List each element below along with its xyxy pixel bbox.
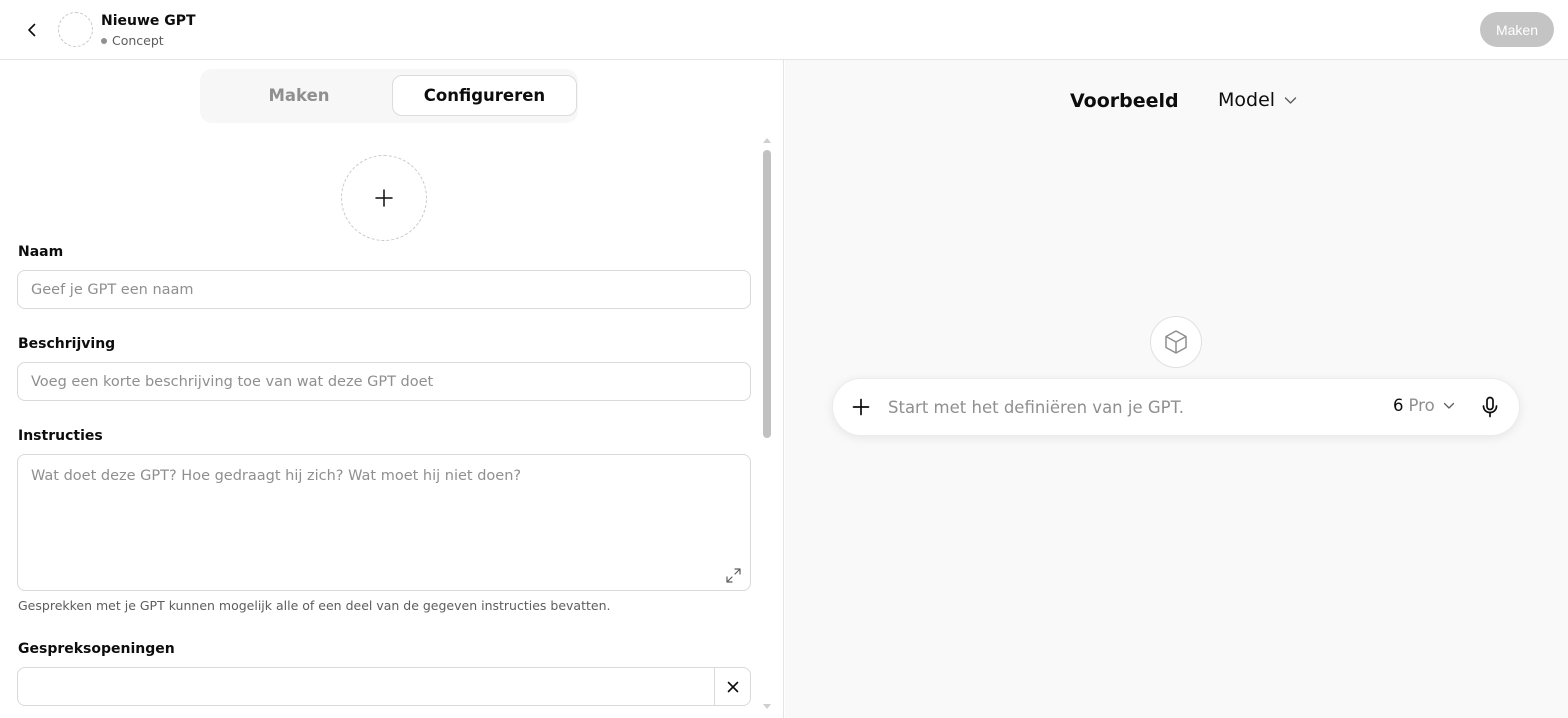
conversation-starters-label: Gespreksopeningen [18,641,175,657]
gpt-title: Nieuwe GPT [101,13,196,29]
scrollbar[interactable] [760,138,774,712]
scroll-up-arrow[interactable] [763,138,771,143]
instructions-label: Instructies [18,428,103,444]
microphone-icon [1482,396,1498,418]
status-dot [101,37,107,44]
preview-panel: Voorbeeld Model 6 Pro [785,60,1568,718]
gpt-status: Concept [101,33,164,48]
gpt-placeholder-avatar [1150,316,1202,368]
attach-button[interactable] [847,393,875,421]
chevron-left-icon [28,23,36,37]
expand-icon [726,568,741,583]
message-input[interactable] [888,389,1368,425]
description-label: Beschrijving [18,336,116,352]
model-dropdown-label: Model [1218,89,1276,111]
expand-button[interactable] [725,567,742,584]
status-label: Concept [112,33,164,48]
plus-icon [852,398,870,416]
model-tier: Pro [1408,396,1435,415]
description-input[interactable] [17,362,751,401]
top-bar: Nieuwe GPT Concept Maken [0,0,1568,60]
remove-starter-button[interactable] [714,668,751,705]
gpt-avatar [58,12,93,47]
message-composer: 6 Pro [832,378,1520,436]
scroll-down-arrow[interactable] [763,704,771,709]
conversation-starter-row [17,667,751,706]
chevron-down-icon [1284,96,1297,104]
name-label: Naam [18,244,64,260]
model-dropdown[interactable]: Model [1218,89,1297,111]
model-picker[interactable]: 6 Pro [1393,396,1455,415]
scrollbar-thumb[interactable] [763,150,771,438]
back-button[interactable] [18,16,46,44]
instructions-textarea[interactable] [17,454,751,591]
tab-configure[interactable]: Configureren [392,75,577,116]
mode-tabs: Maken Configureren [200,69,578,123]
instructions-helper-text: Gesprekken met je GPT kunnen mogelijk al… [18,598,611,613]
conversation-starter-input[interactable] [18,668,714,705]
create-gpt-button[interactable]: Maken [1480,12,1554,47]
avatar-upload-button[interactable] [341,155,427,241]
dictate-button[interactable] [1476,393,1504,421]
plus-icon [375,189,393,207]
name-input[interactable] [17,270,751,309]
close-icon [727,681,739,692]
model-number: 6 [1393,396,1404,415]
preview-title: Voorbeeld [1070,90,1179,112]
config-panel: Maken Configureren Naam Beschrijving Ins… [0,60,784,718]
cube-icon [1165,330,1187,354]
chevron-down-icon [1443,402,1454,409]
tab-create[interactable]: Maken [206,75,392,116]
